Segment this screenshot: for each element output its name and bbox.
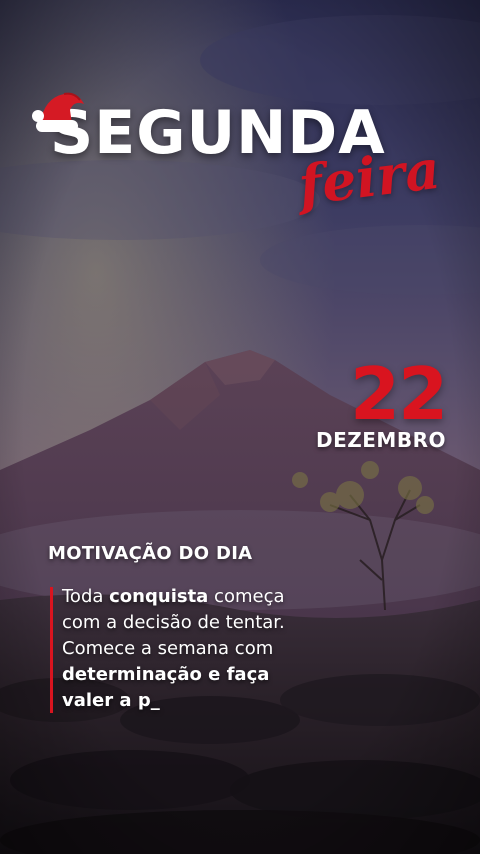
quote-line-3: Comece a semana com <box>62 638 274 659</box>
quote-accent-bar <box>50 587 53 713</box>
quote-line-1-bold: conquista <box>109 586 209 607</box>
date-month: DEZEMBRO <box>316 428 446 452</box>
santa-hat-icon <box>32 92 84 132</box>
quote-line-4: determinação e faça <box>62 664 270 685</box>
quote-line-1-end: começa <box>208 586 285 607</box>
quote-line-1-start: Toda <box>62 586 110 607</box>
quote-line-2: com a decisão de tentar. <box>62 612 285 633</box>
quote-line-5: valer a p_ <box>62 690 160 711</box>
title-block: SEGUNDA feira <box>0 0 480 260</box>
quote-text: Toda conquista começa com a decisão de t… <box>62 584 362 714</box>
quote-line-1: Toda conquista começa <box>62 584 362 610</box>
date-day: 22 <box>350 352 448 436</box>
quote-heading: MOTIVAÇÃO DO DIA <box>48 543 253 564</box>
